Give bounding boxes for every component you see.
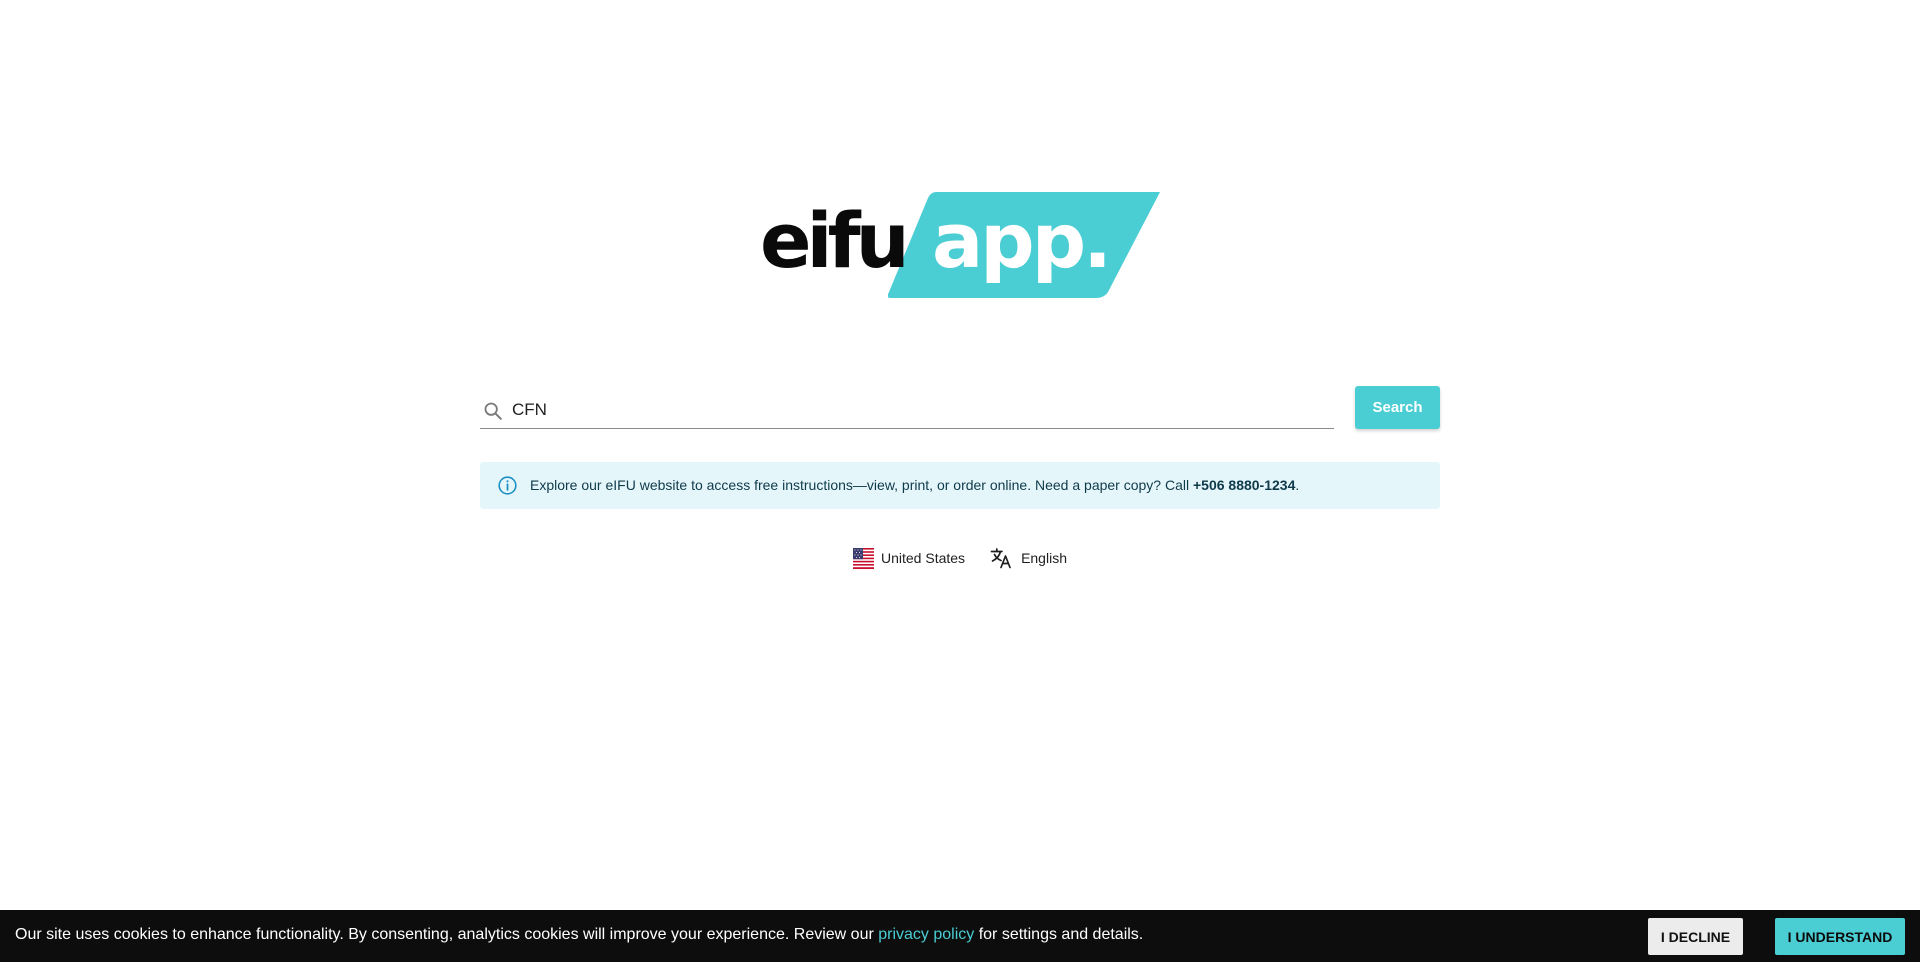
- language-label: English: [1021, 550, 1067, 566]
- cookie-message: Our site uses cookies to enhance functio…: [15, 926, 1143, 944]
- info-suffix: .: [1295, 477, 1300, 493]
- country-label: United States: [881, 550, 966, 566]
- logo-word-app: app.: [932, 196, 1112, 285]
- decline-cookies-button[interactable]: I DECLINE: [1648, 918, 1743, 955]
- logo-word-eifu: eifu: [760, 196, 910, 285]
- search-icon: [484, 402, 502, 420]
- info-phone: +506 8880-1234: [1192, 477, 1296, 493]
- eifu-app-logo: eifu app.: [760, 192, 1160, 300]
- locale-selectors: United States English: [853, 546, 1067, 570]
- country-selector[interactable]: United States: [853, 547, 966, 569]
- search-button[interactable]: Search: [1355, 386, 1440, 429]
- info-text: Explore our eIFU website to access free …: [530, 477, 1299, 493]
- search-input[interactable]: [512, 396, 1312, 424]
- translate-icon: [990, 548, 1011, 569]
- cookie-text-after: for settings and details.: [974, 926, 1144, 943]
- language-selector[interactable]: English: [989, 546, 1067, 570]
- accept-cookies-button[interactable]: I UNDERSTAND: [1775, 918, 1905, 955]
- search-field[interactable]: [480, 392, 1334, 429]
- us-flag-icon: [853, 547, 874, 569]
- search-bar: Search: [480, 386, 1440, 432]
- cookie-consent-bar: Our site uses cookies to enhance functio…: [0, 910, 1920, 962]
- cookie-text-before: Our site uses cookies to enhance functio…: [15, 926, 879, 943]
- info-icon: [498, 476, 517, 495]
- page: eifu app. Search Explore our eIFU websit…: [0, 0, 1920, 962]
- info-message: Explore our eIFU website to access free …: [530, 477, 1193, 493]
- privacy-policy-link[interactable]: privacy policy: [878, 926, 974, 943]
- info-banner: Explore our eIFU website to access free …: [480, 462, 1440, 509]
